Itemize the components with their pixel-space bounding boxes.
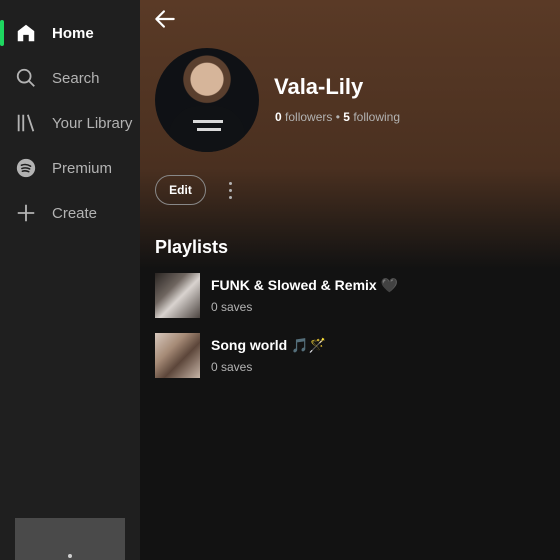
sidebar-item-label: Create [52,204,98,222]
stats-separator: • [335,110,340,124]
following-label[interactable]: following [353,110,400,124]
sidebar-item-premium[interactable]: Premium [14,153,112,183]
sidebar-item-search[interactable]: Search [14,63,100,93]
home-icon [14,21,38,45]
avatar [155,48,259,152]
sidebar-item-label: Premium [52,159,113,177]
followers-label[interactable]: followers [285,110,332,124]
dot-icon [228,182,232,185]
profile-name: Vala-Lily [274,74,364,99]
dot-icon [228,196,232,199]
following-count[interactable]: 5 [343,110,350,124]
playlist-subtitle: 0 saves [211,300,253,314]
playlist-item[interactable]: Song world 🎵🪄 0 saves [155,333,545,379]
active-indicator [0,20,4,46]
sidebar-card-indicator [68,554,72,558]
sidebar-item-create[interactable]: Create [14,198,97,228]
playlist-item[interactable]: FUNK & Slowed & Remix 🖤 0 saves [155,273,545,319]
more-options-button[interactable] [224,178,236,202]
sidebar-item-label: Your Library [52,114,133,132]
spotify-icon [14,156,38,180]
plus-icon [14,201,38,225]
playlist-cover [155,333,200,378]
sidebar-item-label: Home [52,24,94,42]
avatar-text-stripe [193,120,223,123]
sidebar-item-home[interactable]: Home [14,18,94,48]
sidebar: Home Search Your Library Premium Create [0,0,140,560]
sidebar-item-library[interactable]: Your Library [14,108,132,138]
sidebar-item-label: Search [52,69,100,87]
edit-profile-button[interactable]: Edit [155,175,206,205]
playlist-title: FUNK & Slowed & Remix 🖤 [211,277,399,293]
follow-stats: 0 followers • 5 following [275,110,400,124]
avatar-text-stripe [197,128,221,131]
playlists-heading: Playlists [155,237,229,257]
profile-main: Vala-Lily 0 followers • 5 following Edit… [140,0,560,560]
followers-count[interactable]: 0 [275,110,282,124]
back-button[interactable] [152,6,178,32]
playlist-subtitle: 0 saves [211,360,253,374]
library-icon [14,111,38,135]
search-icon [14,66,38,90]
playlist-title: Song world 🎵🪄 [211,337,326,353]
dot-icon [228,189,232,192]
playlist-cover [155,273,200,318]
arrow-left-icon [155,10,175,28]
